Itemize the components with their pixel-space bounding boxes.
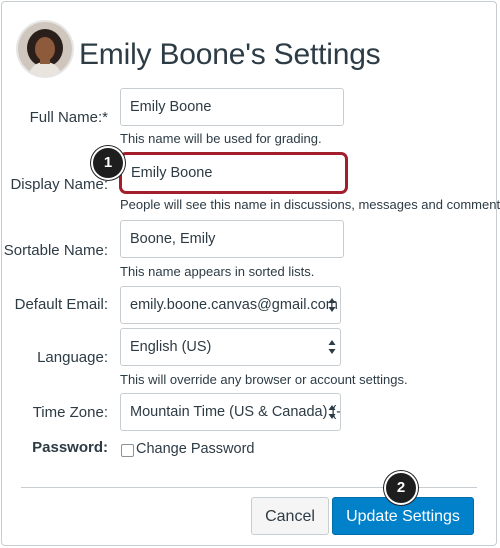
time-zone-value: Mountain Time (US & Canada) (- bbox=[130, 404, 341, 420]
select-arrows-icon bbox=[328, 340, 336, 354]
settings-dialog: Emily Boone's Settings Full Name:* Emily… bbox=[1, 1, 500, 546]
display-name-hint: People will see this name in discussions… bbox=[120, 197, 500, 212]
full-name-label: Full Name:* bbox=[29, 109, 108, 126]
full-name-input[interactable]: Emily Boone bbox=[120, 88, 344, 126]
display-name-input[interactable]: Emily Boone bbox=[119, 152, 348, 194]
callout-2: 2 bbox=[384, 471, 418, 505]
default-email-select[interactable]: emily.boone.canvas@gmail.com bbox=[120, 286, 341, 324]
sortable-name-input[interactable]: Boone, Emily bbox=[120, 220, 344, 258]
sortable-name-hint: This name appears in sorted lists. bbox=[120, 264, 315, 279]
cancel-button[interactable]: Cancel bbox=[251, 497, 329, 535]
change-password-checkbox[interactable] bbox=[121, 444, 134, 457]
language-select[interactable]: English (US) bbox=[120, 328, 341, 366]
avatar bbox=[18, 22, 72, 76]
time-zone-select[interactable]: Mountain Time (US & Canada) (- bbox=[120, 393, 341, 431]
callout-1: 1 bbox=[91, 146, 125, 180]
default-email-value: emily.boone.canvas@gmail.com bbox=[130, 297, 338, 313]
language-hint: This will override any browser or accoun… bbox=[120, 372, 408, 387]
page-title: Emily Boone's Settings bbox=[79, 38, 381, 71]
language-value: English (US) bbox=[130, 339, 212, 355]
time-zone-label: Time Zone: bbox=[32, 404, 108, 421]
display-name-label: Display Name: bbox=[10, 176, 108, 193]
change-password-label[interactable]: Change Password bbox=[136, 441, 255, 457]
default-email-label: Default Email: bbox=[14, 296, 108, 313]
select-arrows-icon bbox=[328, 298, 336, 312]
language-label: Language: bbox=[37, 349, 108, 366]
full-name-hint: This name will be used for grading. bbox=[120, 131, 322, 146]
sortable-name-label: Sortable Name: bbox=[3, 242, 108, 259]
select-arrows-icon bbox=[328, 405, 336, 419]
password-label: Password: bbox=[32, 439, 108, 456]
